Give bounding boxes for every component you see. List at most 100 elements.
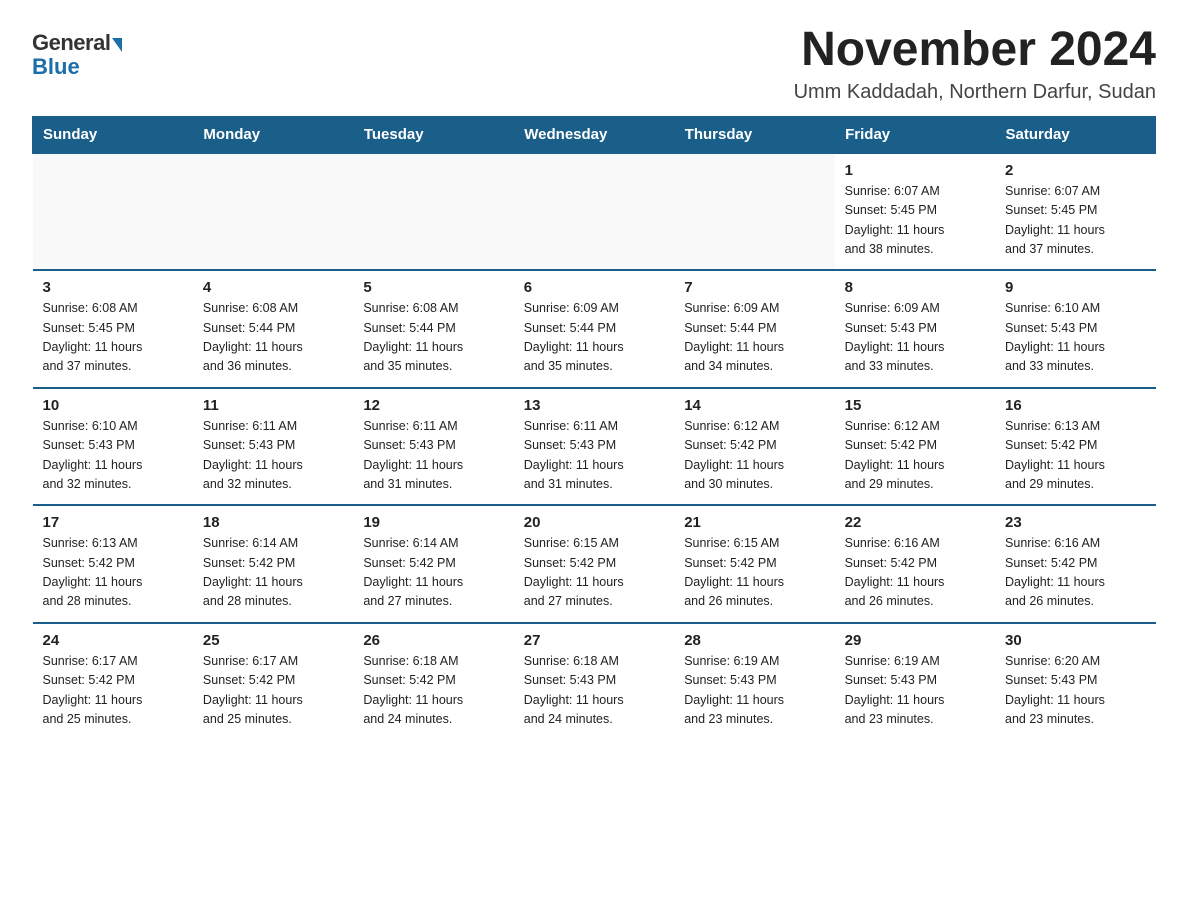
calendar-cell — [193, 153, 353, 271]
calendar-cell: 16 Sunrise: 6:13 AMSunset: 5:42 PMDayligh… — [995, 388, 1155, 506]
calendar-cell: 4Sunrise: 6:08 AMSunset: 5:44 PMDaylight… — [193, 270, 353, 388]
calendar-cell: 5Sunrise: 6:08 AMSunset: 5:44 PMDaylight… — [353, 270, 513, 388]
header-friday: Friday — [835, 116, 995, 153]
day-detail: Sunrise: 6:14 AMSunset: 5:42 PMDaylight:… — [363, 534, 503, 612]
day-number: 3 — [43, 279, 183, 296]
location-subtitle: Umm Kaddadah, Northern Darfur, Sudan — [794, 81, 1156, 104]
day-number: 2 — [1005, 162, 1145, 179]
day-number: 10 — [43, 397, 183, 414]
day-detail: Sunrise: 6:14 AMSunset: 5:42 PMDaylight:… — [203, 534, 343, 612]
day-number: 22 — [845, 514, 985, 531]
day-number: 9 — [1005, 279, 1145, 296]
calendar-header-row: SundayMondayTuesdayWednesdayThursdayFrid… — [33, 116, 1156, 153]
day-number: 16 — [1005, 397, 1145, 414]
calendar-cell: 15 Sunrise: 6:12 AMSunset: 5:42 PMDayligh… — [835, 388, 995, 506]
header-wednesday: Wednesday — [514, 116, 674, 153]
day-number: 13 — [524, 397, 664, 414]
day-number: 17 — [43, 514, 183, 531]
header-sunday: Sunday — [33, 116, 193, 153]
calendar-cell: 10 Sunrise: 6:10 AMSunset: 5:43 PMDayligh… — [33, 388, 193, 506]
calendar-cell: 25 Sunrise: 6:17 AMSunset: 5:42 PMDayligh… — [193, 623, 353, 740]
header-monday: Monday — [193, 116, 353, 153]
logo-general-text: General — [32, 30, 110, 56]
calendar-cell: 13Sunrise: 6:11 AMSunset: 5:43 PMDayligh… — [514, 388, 674, 506]
calendar-table: SundayMondayTuesdayWednesdayThursdayFrid… — [32, 116, 1156, 740]
calendar-cell: 22Sunrise: 6:16 AMSunset: 5:42 PMDayligh… — [835, 505, 995, 623]
day-number: 4 — [203, 279, 343, 296]
calendar-cell: 14 Sunrise: 6:12 AMSunset: 5:42 PMDayligh… — [674, 388, 834, 506]
calendar-cell — [33, 153, 193, 271]
day-number: 29 — [845, 632, 985, 649]
day-detail: Sunrise: 6:09 AMSunset: 5:44 PMDaylight:… — [524, 299, 664, 377]
day-detail: Sunrise: 6:10 AMSunset: 5:43 PMDaylight:… — [43, 417, 183, 495]
logo-blue-text: Blue — [32, 54, 80, 80]
calendar-week-4: 17 Sunrise: 6:13 AMSunset: 5:42 PMDayligh… — [33, 505, 1156, 623]
calendar-week-5: 24 Sunrise: 6:17 AMSunset: 5:42 PMDayligh… — [33, 623, 1156, 740]
calendar-week-3: 10 Sunrise: 6:10 AMSunset: 5:43 PMDayligh… — [33, 388, 1156, 506]
day-number: 27 — [524, 632, 664, 649]
calendar-cell: 11Sunrise: 6:11 AMSunset: 5:43 PMDayligh… — [193, 388, 353, 506]
calendar-cell: 7Sunrise: 6:09 AMSunset: 5:44 PMDaylight… — [674, 270, 834, 388]
day-detail: Sunrise: 6:18 AMSunset: 5:43 PMDaylight:… — [524, 652, 664, 730]
day-number: 28 — [684, 632, 824, 649]
day-number: 15 — [845, 397, 985, 414]
day-detail: Sunrise: 6:13 AMSunset: 5:42 PMDaylight:… — [43, 534, 183, 612]
calendar-cell: 29 Sunrise: 6:19 AMSunset: 5:43 PMDayligh… — [835, 623, 995, 740]
calendar-cell: 18 Sunrise: 6:14 AMSunset: 5:42 PMDayligh… — [193, 505, 353, 623]
day-detail: Sunrise: 6:07 AMSunset: 5:45 PMDaylight:… — [845, 182, 985, 260]
day-number: 20 — [524, 514, 664, 531]
calendar-cell: 27 Sunrise: 6:18 AMSunset: 5:43 PMDayligh… — [514, 623, 674, 740]
day-number: 7 — [684, 279, 824, 296]
day-number: 23 — [1005, 514, 1145, 531]
calendar-week-2: 3Sunrise: 6:08 AMSunset: 5:45 PMDaylight… — [33, 270, 1156, 388]
day-detail: Sunrise: 6:11 AMSunset: 5:43 PMDaylight:… — [363, 417, 503, 495]
calendar-cell: 19 Sunrise: 6:14 AMSunset: 5:42 PMDayligh… — [353, 505, 513, 623]
calendar-cell: 26 Sunrise: 6:18 AMSunset: 5:42 PMDayligh… — [353, 623, 513, 740]
day-number: 12 — [363, 397, 503, 414]
calendar-cell: 6Sunrise: 6:09 AMSunset: 5:44 PMDaylight… — [514, 270, 674, 388]
title-area: November 2024 Umm Kaddadah, Northern Dar… — [794, 24, 1156, 104]
day-number: 8 — [845, 279, 985, 296]
calendar-cell: 17 Sunrise: 6:13 AMSunset: 5:42 PMDayligh… — [33, 505, 193, 623]
day-number: 14 — [684, 397, 824, 414]
day-detail: Sunrise: 6:18 AMSunset: 5:42 PMDaylight:… — [363, 652, 503, 730]
calendar-cell: 1Sunrise: 6:07 AMSunset: 5:45 PMDaylight… — [835, 153, 995, 271]
day-detail: Sunrise: 6:13 AMSunset: 5:42 PMDaylight:… — [1005, 417, 1145, 495]
calendar-cell: 28 Sunrise: 6:19 AMSunset: 5:43 PMDayligh… — [674, 623, 834, 740]
calendar-cell — [353, 153, 513, 271]
calendar-cell: 3Sunrise: 6:08 AMSunset: 5:45 PMDaylight… — [33, 270, 193, 388]
day-detail: Sunrise: 6:10 AMSunset: 5:43 PMDaylight:… — [1005, 299, 1145, 377]
day-detail: Sunrise: 6:07 AMSunset: 5:45 PMDaylight:… — [1005, 182, 1145, 260]
day-detail: Sunrise: 6:17 AMSunset: 5:42 PMDaylight:… — [43, 652, 183, 730]
day-detail: Sunrise: 6:12 AMSunset: 5:42 PMDaylight:… — [845, 417, 985, 495]
day-detail: Sunrise: 6:15 AMSunset: 5:42 PMDaylight:… — [684, 534, 824, 612]
day-number: 24 — [43, 632, 183, 649]
day-number: 30 — [1005, 632, 1145, 649]
day-number: 21 — [684, 514, 824, 531]
calendar-cell: 23 Sunrise: 6:16 AMSunset: 5:42 PMDayligh… — [995, 505, 1155, 623]
logo-arrow-icon — [112, 38, 122, 52]
day-number: 26 — [363, 632, 503, 649]
calendar-cell: 20 Sunrise: 6:15 AMSunset: 5:42 PMDayligh… — [514, 505, 674, 623]
day-number: 11 — [203, 397, 343, 414]
calendar-week-1: 1Sunrise: 6:07 AMSunset: 5:45 PMDaylight… — [33, 153, 1156, 271]
calendar-cell: 2 Sunrise: 6:07 AMSunset: 5:45 PMDaylight… — [995, 153, 1155, 271]
day-detail: Sunrise: 6:20 AMSunset: 5:43 PMDaylight:… — [1005, 652, 1145, 730]
day-detail: Sunrise: 6:12 AMSunset: 5:42 PMDaylight:… — [684, 417, 824, 495]
main-title: November 2024 — [794, 24, 1156, 77]
header-thursday: Thursday — [674, 116, 834, 153]
day-detail: Sunrise: 6:08 AMSunset: 5:44 PMDaylight:… — [363, 299, 503, 377]
day-number: 25 — [203, 632, 343, 649]
day-detail: Sunrise: 6:09 AMSunset: 5:43 PMDaylight:… — [845, 299, 985, 377]
day-detail: Sunrise: 6:19 AMSunset: 5:43 PMDaylight:… — [684, 652, 824, 730]
calendar-cell: 24 Sunrise: 6:17 AMSunset: 5:42 PMDayligh… — [33, 623, 193, 740]
day-number: 19 — [363, 514, 503, 531]
day-detail: Sunrise: 6:17 AMSunset: 5:42 PMDaylight:… — [203, 652, 343, 730]
day-number: 18 — [203, 514, 343, 531]
day-detail: Sunrise: 6:15 AMSunset: 5:42 PMDaylight:… — [524, 534, 664, 612]
calendar-cell — [674, 153, 834, 271]
calendar-cell: 9 Sunrise: 6:10 AMSunset: 5:43 PMDaylight… — [995, 270, 1155, 388]
day-detail: Sunrise: 6:19 AMSunset: 5:43 PMDaylight:… — [845, 652, 985, 730]
day-detail: Sunrise: 6:16 AMSunset: 5:42 PMDaylight:… — [1005, 534, 1145, 612]
header: General Blue November 2024 Umm Kaddadah,… — [32, 24, 1156, 104]
